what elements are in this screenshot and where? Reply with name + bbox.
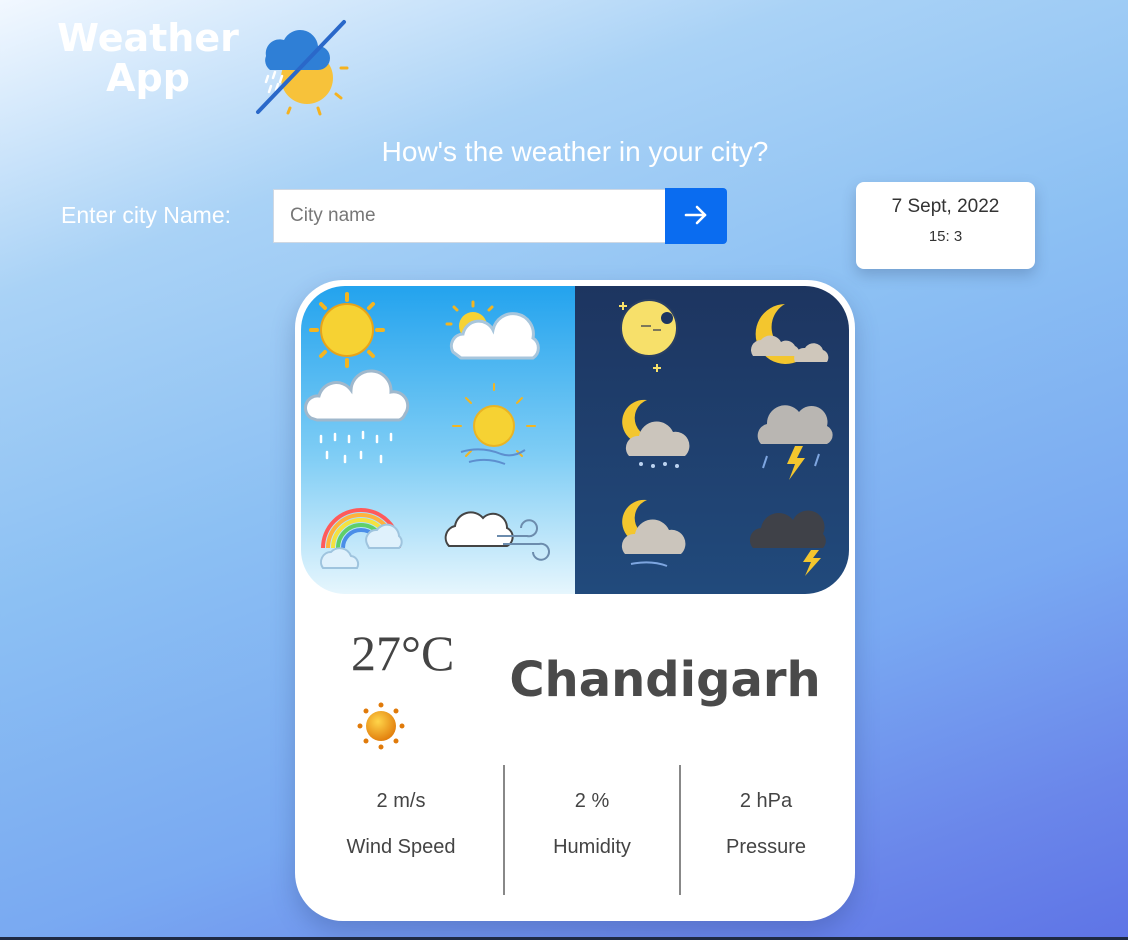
page-headline: How's the weather in your city? <box>381 136 769 167</box>
sun-icon <box>355 700 407 752</box>
city-input-label: Enter city Name: <box>61 202 231 228</box>
weather-card: 27°C Chandigarh 2 m/s Wind Speed 2 % Hum… <box>295 280 855 921</box>
stat-divider <box>503 765 505 895</box>
day-sun-icon <box>309 292 385 368</box>
current-time: 15: 3 <box>928 228 963 245</box>
pressure-value: 2 hPa <box>739 790 793 812</box>
temperature-value: 27°C <box>351 625 455 681</box>
stat-divider <box>679 765 681 895</box>
humidity-value: 2 % <box>574 790 610 812</box>
date-time-card: 7 Sept, 2022 15: 3 <box>856 182 1035 269</box>
search-submit-button[interactable] <box>665 188 727 244</box>
humidity-stat: 2 % Humidity <box>509 790 675 859</box>
weather-banner-image <box>301 286 849 594</box>
app-title: Weather App <box>56 18 240 98</box>
arrow-right-icon <box>684 204 708 229</box>
city-name: Chandigarh <box>509 652 821 708</box>
city-search-input[interactable] <box>273 189 665 243</box>
wind-speed-stat: 2 m/s Wind Speed <box>325 790 477 859</box>
pressure-label: Pressure <box>725 836 807 858</box>
wind-speed-label: Wind Speed <box>346 836 456 858</box>
app-title-line1: Weather <box>57 16 239 60</box>
weather-cloud-sun-icon <box>252 16 352 116</box>
wind-speed-value: 2 m/s <box>376 790 426 812</box>
current-date: 7 Sept, 2022 <box>891 196 1000 217</box>
app-title-line2: App <box>106 56 190 100</box>
humidity-label: Humidity <box>553 836 631 858</box>
pressure-stat: 2 hPa Pressure <box>685 790 847 859</box>
